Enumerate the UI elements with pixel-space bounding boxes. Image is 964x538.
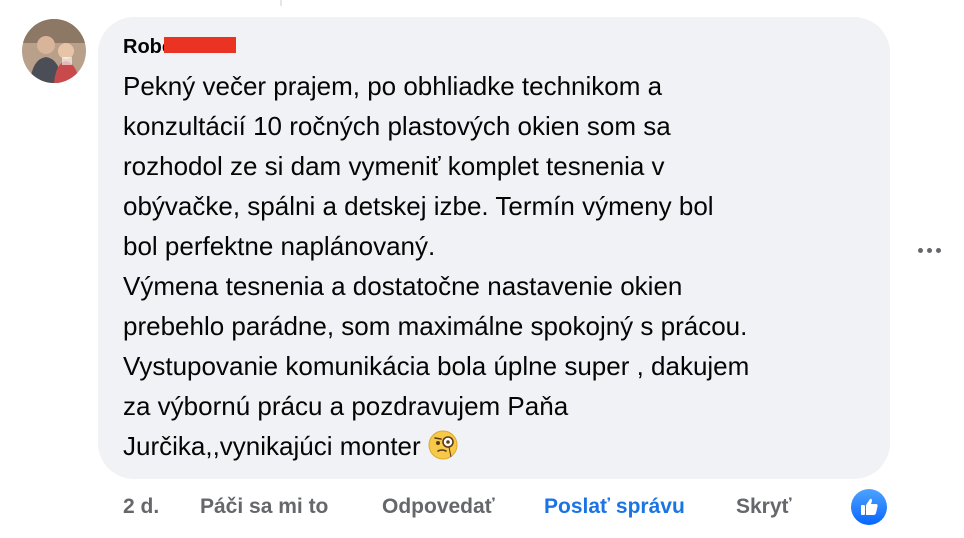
avatar-photo bbox=[22, 19, 86, 83]
like-reaction-badge[interactable] bbox=[851, 489, 887, 525]
comment-line-text: Jurčika,,vynikajúci monter bbox=[123, 431, 421, 461]
comment-line: za výbornú prácu a pozdravujem Paňa bbox=[123, 391, 569, 421]
reply-button[interactable]: Odpovedať bbox=[382, 495, 495, 519]
comment-line: Výmena tesnenia a dostatočne nastavenie … bbox=[123, 271, 683, 301]
comment-line: konzultácií 10 ročných plastových okien … bbox=[123, 111, 671, 141]
comment-text: Pekný večer prajem, po obhliadke technik… bbox=[123, 66, 873, 466]
thread-connector-line bbox=[280, 0, 282, 6]
like-button[interactable]: Páči sa mi to bbox=[200, 495, 328, 519]
more-options-icon[interactable] bbox=[912, 238, 946, 262]
thumbs-up-icon bbox=[861, 498, 878, 515]
comment-line: Pekný večer prajem, po obhliadke technik… bbox=[123, 71, 663, 101]
comment-line-last: Jurčika,,vynikajúci monter bbox=[123, 426, 873, 466]
face-with-monocle-emoji bbox=[427, 429, 459, 461]
comment-line: rozhodol ze si dam vymeniť komplet tesne… bbox=[123, 151, 665, 181]
send-message-button[interactable]: Poslať správu bbox=[544, 495, 685, 519]
comment-author[interactable]: Robo bbox=[123, 36, 237, 59]
avatar[interactable] bbox=[22, 19, 86, 83]
redaction-bar bbox=[164, 36, 237, 53]
comment-line: obývačke, spálni a detskej izbe. Termín … bbox=[123, 191, 714, 221]
comment-line: prebehlo parádne, som maximálne spokojný… bbox=[123, 311, 748, 341]
hide-button[interactable]: Skryť bbox=[736, 495, 792, 519]
comment-line: bol perfektne naplánovaný. bbox=[123, 231, 436, 261]
comment-line: Vystupovanie komunikácia bola úplne supe… bbox=[123, 351, 750, 381]
timestamp-link[interactable]: 2 d. bbox=[123, 495, 159, 519]
